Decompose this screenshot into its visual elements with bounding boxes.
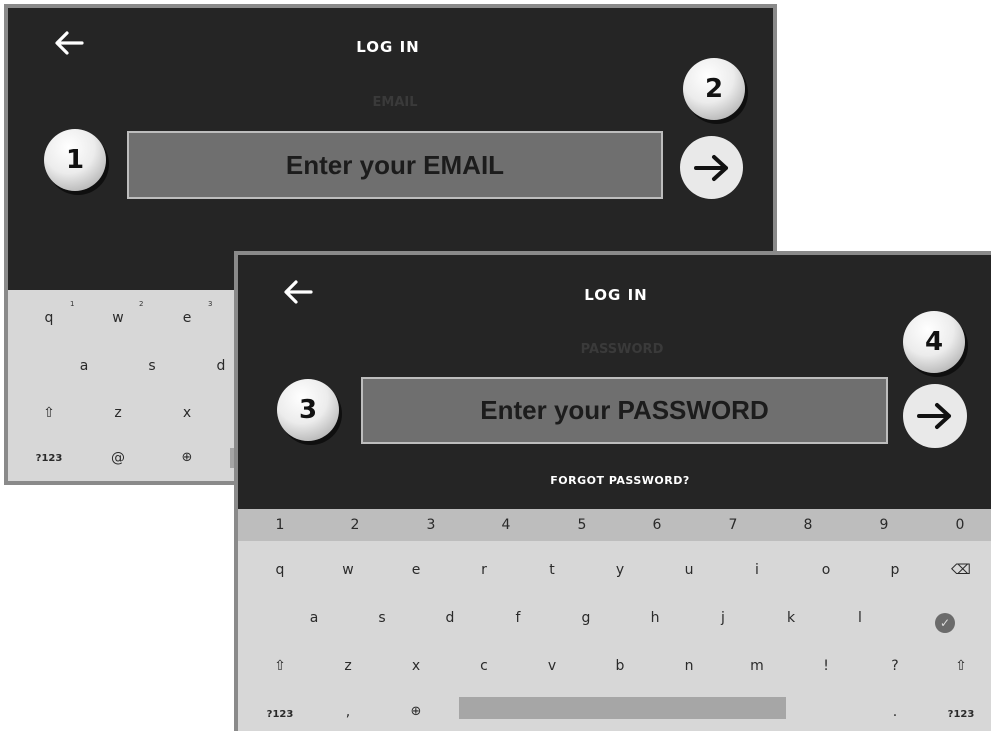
key[interactable]: j — [708, 610, 738, 626]
key[interactable]: y — [605, 562, 635, 578]
key[interactable]: ? — [880, 658, 910, 674]
key[interactable]: 1 — [265, 517, 295, 533]
key[interactable]: @ — [103, 450, 133, 466]
key[interactable]: a — [69, 358, 99, 374]
key[interactable]: , — [333, 704, 363, 720]
key[interactable]: q — [265, 562, 295, 578]
key[interactable]: z — [103, 405, 133, 421]
key[interactable]: 3 — [416, 517, 446, 533]
key[interactable]: w — [103, 310, 133, 326]
keyboard: q 1 w 2 e 3 a s d ⇧ z x ?123 @ ⊕ — [8, 290, 240, 481]
backspace-icon[interactable]: ⌫ — [946, 562, 976, 578]
key[interactable]: 9 — [869, 517, 899, 533]
arrow-right-icon — [917, 403, 951, 429]
key[interactable]: 6 — [642, 517, 672, 533]
shift-key[interactable]: ⇧ — [946, 658, 976, 674]
key[interactable]: b — [605, 658, 635, 674]
back-arrow-icon[interactable] — [54, 30, 84, 62]
key[interactable]: t — [537, 562, 567, 578]
password-field[interactable]: Enter your PASSWORD — [361, 377, 888, 444]
key[interactable]: q — [34, 310, 64, 326]
key[interactable]: ! — [811, 658, 841, 674]
key[interactable]: 2 — [340, 517, 370, 533]
key[interactable]: k — [776, 610, 806, 626]
key[interactable]: 8 — [793, 517, 823, 533]
key[interactable]: 4 — [491, 517, 521, 533]
key[interactable]: z — [333, 658, 363, 674]
key[interactable]: c — [469, 658, 499, 674]
shift-key[interactable]: ⇧ — [265, 658, 295, 674]
key[interactable]: h — [640, 610, 670, 626]
step-badge-4: 4 — [903, 311, 965, 373]
next-arrow-button[interactable] — [680, 136, 743, 199]
screen-title: LOG IN — [356, 38, 420, 56]
step-badge-2: 2 — [683, 58, 745, 120]
password-login-screen: LOG IN PASSWORD Enter your PASSWORD FORG… — [234, 251, 991, 731]
symbols-key[interactable]: ?123 — [34, 453, 64, 464]
symbols-key[interactable]: ?123 — [265, 709, 295, 720]
key[interactable]: 7 — [718, 517, 748, 533]
globe-icon[interactable]: ⊕ — [401, 704, 431, 719]
key[interactable]: w — [333, 562, 363, 578]
step-badge-3: 3 — [277, 379, 339, 441]
forgot-password-link[interactable]: FORGOT PASSWORD? — [520, 474, 720, 487]
key[interactable]: x — [172, 405, 202, 421]
key[interactable]: v — [537, 658, 567, 674]
key[interactable]: s — [137, 358, 167, 374]
key[interactable]: n — [674, 658, 704, 674]
screen-title: LOG IN — [584, 286, 648, 304]
key[interactable]: m — [742, 658, 772, 674]
key[interactable]: d — [435, 610, 465, 626]
key[interactable]: g — [571, 610, 601, 626]
step-badge-1: 1 — [44, 129, 106, 191]
key[interactable]: . — [880, 704, 910, 720]
globe-icon[interactable]: ⊕ — [172, 450, 202, 465]
key[interactable]: x — [401, 658, 431, 674]
key[interactable]: a — [299, 610, 329, 626]
key[interactable]: f — [503, 610, 533, 626]
arrow-right-icon — [693, 154, 728, 181]
key[interactable]: r — [469, 562, 499, 578]
number-row: 1 2 3 4 5 6 7 8 9 0 — [238, 509, 991, 541]
email-field[interactable]: Enter your EMAIL — [127, 131, 663, 199]
spacebar[interactable] — [459, 697, 786, 719]
key[interactable]: p — [880, 562, 910, 578]
key[interactable]: s — [367, 610, 397, 626]
password-field-label: PASSWORD — [580, 342, 664, 357]
email-field-label: EMAIL — [372, 95, 418, 110]
check-icon[interactable]: ✓ — [935, 613, 955, 633]
keyboard: 1 2 3 4 5 6 7 8 9 0 q w e r t y u i o p … — [238, 509, 991, 731]
key[interactable]: e — [172, 310, 202, 326]
key[interactable]: 0 — [945, 517, 975, 533]
key[interactable]: l — [845, 610, 875, 626]
key[interactable]: o — [811, 562, 841, 578]
next-arrow-button[interactable] — [903, 384, 967, 448]
key[interactable]: d — [206, 358, 236, 374]
shift-key[interactable]: ⇧ — [34, 405, 64, 421]
back-arrow-icon[interactable] — [283, 279, 313, 311]
key[interactable]: 5 — [567, 517, 597, 533]
key[interactable]: i — [742, 562, 772, 578]
key[interactable]: u — [674, 562, 704, 578]
key[interactable]: e — [401, 562, 431, 578]
symbols-key[interactable]: ?123 — [946, 709, 976, 720]
